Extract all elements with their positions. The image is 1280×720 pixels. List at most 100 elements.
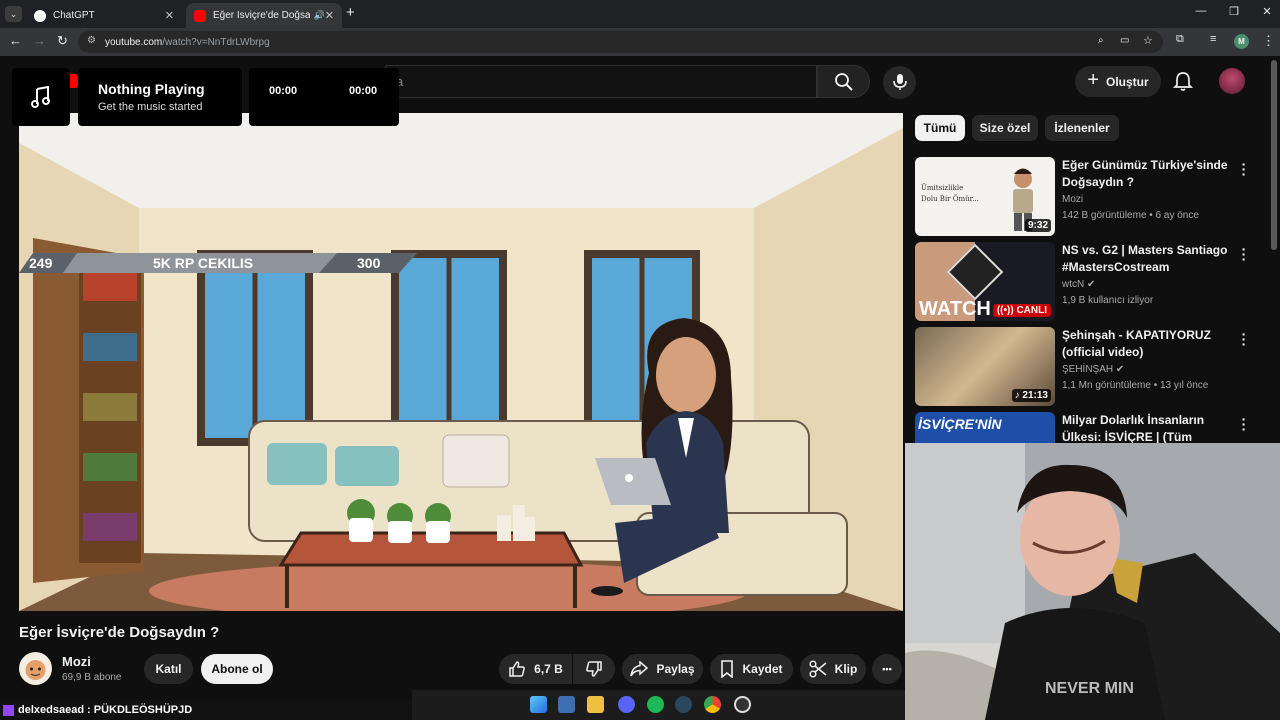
search-input[interactable]: a	[385, 65, 817, 98]
recommendation-thumbnail[interactable]: ♪ 21:13	[915, 327, 1055, 406]
reading-list-icon[interactable]: ≡	[1210, 33, 1216, 45]
channel-avatar-face-icon	[25, 660, 46, 680]
tab-chatgpt[interactable]: ChatGPT ✕	[26, 3, 182, 28]
zoom-icon[interactable]: ⌕	[1098, 35, 1104, 46]
close-tab-icon[interactable]: ✕	[325, 9, 334, 22]
discord-icon[interactable]	[618, 696, 635, 713]
chip-watched[interactable]: İzlenenler	[1045, 115, 1119, 141]
chip-label: Tümü	[923, 121, 957, 135]
recommendation-thumbnail[interactable]: Ümitsizlikle Dolu Bir Ömür... 9:32	[915, 157, 1055, 236]
join-label: Katıl	[155, 662, 182, 676]
notepad-icon[interactable]	[558, 696, 575, 713]
channel-name[interactable]: Mozi	[62, 654, 91, 669]
music-note-icon	[31, 86, 50, 108]
chat-username: delxedsaead	[18, 704, 85, 716]
live-label: CANLI	[1016, 305, 1047, 316]
forward-icon[interactable]: →	[33, 33, 46, 48]
address-bar[interactable]: ⚙ youtube.com/watch?v=NnTdrLWbrpg ⌕ ▭ ☆	[78, 31, 1163, 53]
tab-youtube[interactable]: Eğer İsviçre'de Doğsaydın ? 🔊 ✕	[186, 3, 342, 28]
like-count: 6,7 B	[534, 662, 563, 676]
account-avatar[interactable]	[1219, 68, 1245, 94]
thumbs-down-icon	[586, 661, 602, 677]
file-explorer-icon[interactable]	[587, 696, 604, 713]
cast-icon[interactable]: ▭	[1120, 35, 1129, 46]
close-tab-icon[interactable]: ✕	[165, 9, 174, 22]
subscriber-count: 69,9 B abone	[62, 672, 122, 683]
create-button[interactable]: + Oluştur	[1075, 66, 1161, 97]
site-info-icon[interactable]: ⚙	[87, 35, 96, 46]
thumbnail-caption: İSVİÇRE'NİN	[918, 416, 1002, 432]
start-icon[interactable]	[530, 696, 547, 713]
minimize-button[interactable]: —	[1186, 5, 1216, 17]
share-button[interactable]: Paylaş	[622, 654, 703, 684]
page-scrollbar[interactable]	[1271, 60, 1277, 250]
banner-title: 5K RP CEKILIS	[153, 255, 254, 271]
recommendation-channel[interactable]: Mozi	[1062, 194, 1083, 205]
subscribe-button[interactable]: Abone ol	[201, 654, 273, 684]
channel-label: ŞEHİNŞAH	[1062, 364, 1114, 375]
share-icon	[630, 661, 649, 677]
notifications-bell-icon[interactable]	[1172, 70, 1194, 92]
webcam-overlay: NEVER MIN	[905, 443, 1280, 720]
bookmark-star-icon[interactable]: ☆	[1143, 34, 1153, 47]
profile-avatar[interactable]: M	[1234, 34, 1249, 49]
recommendation-title[interactable]: NS vs. G2 | Masters Santiago #MastersCos…	[1062, 242, 1237, 276]
recommendation-meta: 142 B görüntüleme • 6 ay önce	[1062, 210, 1199, 221]
new-tab-button[interactable]: +	[346, 4, 355, 21]
clip-button[interactable]: Klip	[800, 654, 866, 684]
verified-icon: ✔	[1087, 279, 1096, 290]
join-button[interactable]: Katıl	[144, 654, 193, 684]
recommendation-title[interactable]: Eğer Günümüz Türkiye'sinde Doğsaydın ?	[1062, 157, 1237, 191]
video-duration: 9:32	[1024, 219, 1051, 232]
voice-search-button[interactable]	[883, 66, 916, 99]
recommendation-thumbnail[interactable]: WATCH ((•)) CANLI	[915, 242, 1055, 321]
save-label: Kaydet	[742, 662, 783, 676]
recommendation-channel[interactable]: ŞEHİNŞAH ✔	[1062, 364, 1124, 375]
chip-all[interactable]: Tümü	[915, 115, 965, 141]
back-icon[interactable]: ←	[9, 33, 22, 48]
more-options-icon[interactable]: · · ·	[1240, 242, 1248, 266]
more-actions-button[interactable]: •••	[872, 654, 902, 684]
obs-icon[interactable]	[734, 696, 751, 713]
more-options-icon[interactable]: · · ·	[1240, 327, 1248, 351]
video-player[interactable]: 249 5K RP CEKILIS 300	[19, 113, 903, 611]
twitch-icon	[3, 704, 14, 716]
video-title: Eğer İsviçre'de Doğsaydın ?	[19, 624, 220, 641]
tab-search-button[interactable]: ⌄	[5, 6, 22, 22]
more-options-icon[interactable]: · · ·	[1240, 412, 1248, 436]
recommendation-channel[interactable]: wtcN ✔	[1062, 279, 1095, 290]
music-widget-time: 00:00 00:00	[249, 68, 399, 126]
channel-label: wtcN	[1062, 279, 1085, 290]
like-button[interactable]: 6,7 B	[499, 654, 572, 684]
duration-text: 21:13	[1022, 390, 1048, 401]
more-options-icon[interactable]: · · ·	[1240, 157, 1248, 181]
microphone-icon	[893, 74, 907, 90]
video-frame-illustration	[19, 113, 903, 611]
recommendation-title[interactable]: Milyar Dolarlık İnsanların Ülkesi: İSVİÇ…	[1062, 412, 1237, 443]
search-button[interactable]	[817, 65, 870, 98]
channel-avatar[interactable]	[19, 652, 52, 685]
dislike-button[interactable]	[573, 654, 615, 684]
chip-for-you[interactable]: Size özel	[972, 115, 1038, 141]
audio-playing-icon[interactable]: 🔊	[314, 10, 325, 21]
banner-right-number: 300	[357, 255, 381, 271]
maximize-button[interactable]: ❐	[1219, 5, 1249, 18]
svg-text:NEVER MIN: NEVER MIN	[1045, 680, 1134, 697]
extensions-icon[interactable]: ⧉	[1176, 33, 1184, 46]
recommendation-title[interactable]: Şehinşah - KAPATIYORUZ (official video)	[1062, 327, 1237, 361]
steam-icon[interactable]	[675, 696, 692, 713]
chip-label: İzlenenler	[1054, 121, 1110, 135]
scissors-icon	[809, 660, 827, 678]
recommendation-thumbnail[interactable]: İSVİÇRE'NİN	[915, 412, 1055, 443]
chip-label: Size özel	[979, 121, 1031, 135]
menu-icon[interactable]: ⋮	[1262, 33, 1275, 49]
share-label: Paylaş	[656, 662, 695, 676]
webcam-feed-illustration: NEVER MIN	[905, 443, 1280, 720]
spotify-icon[interactable]	[647, 696, 664, 713]
url-host: youtube.com	[105, 36, 163, 48]
save-button[interactable]: Kaydet	[710, 654, 793, 684]
chrome-icon[interactable]	[704, 696, 721, 713]
plus-icon: +	[1087, 69, 1099, 91]
reload-icon[interactable]: ↻	[57, 33, 68, 49]
close-window-button[interactable]: ✕	[1252, 5, 1280, 18]
